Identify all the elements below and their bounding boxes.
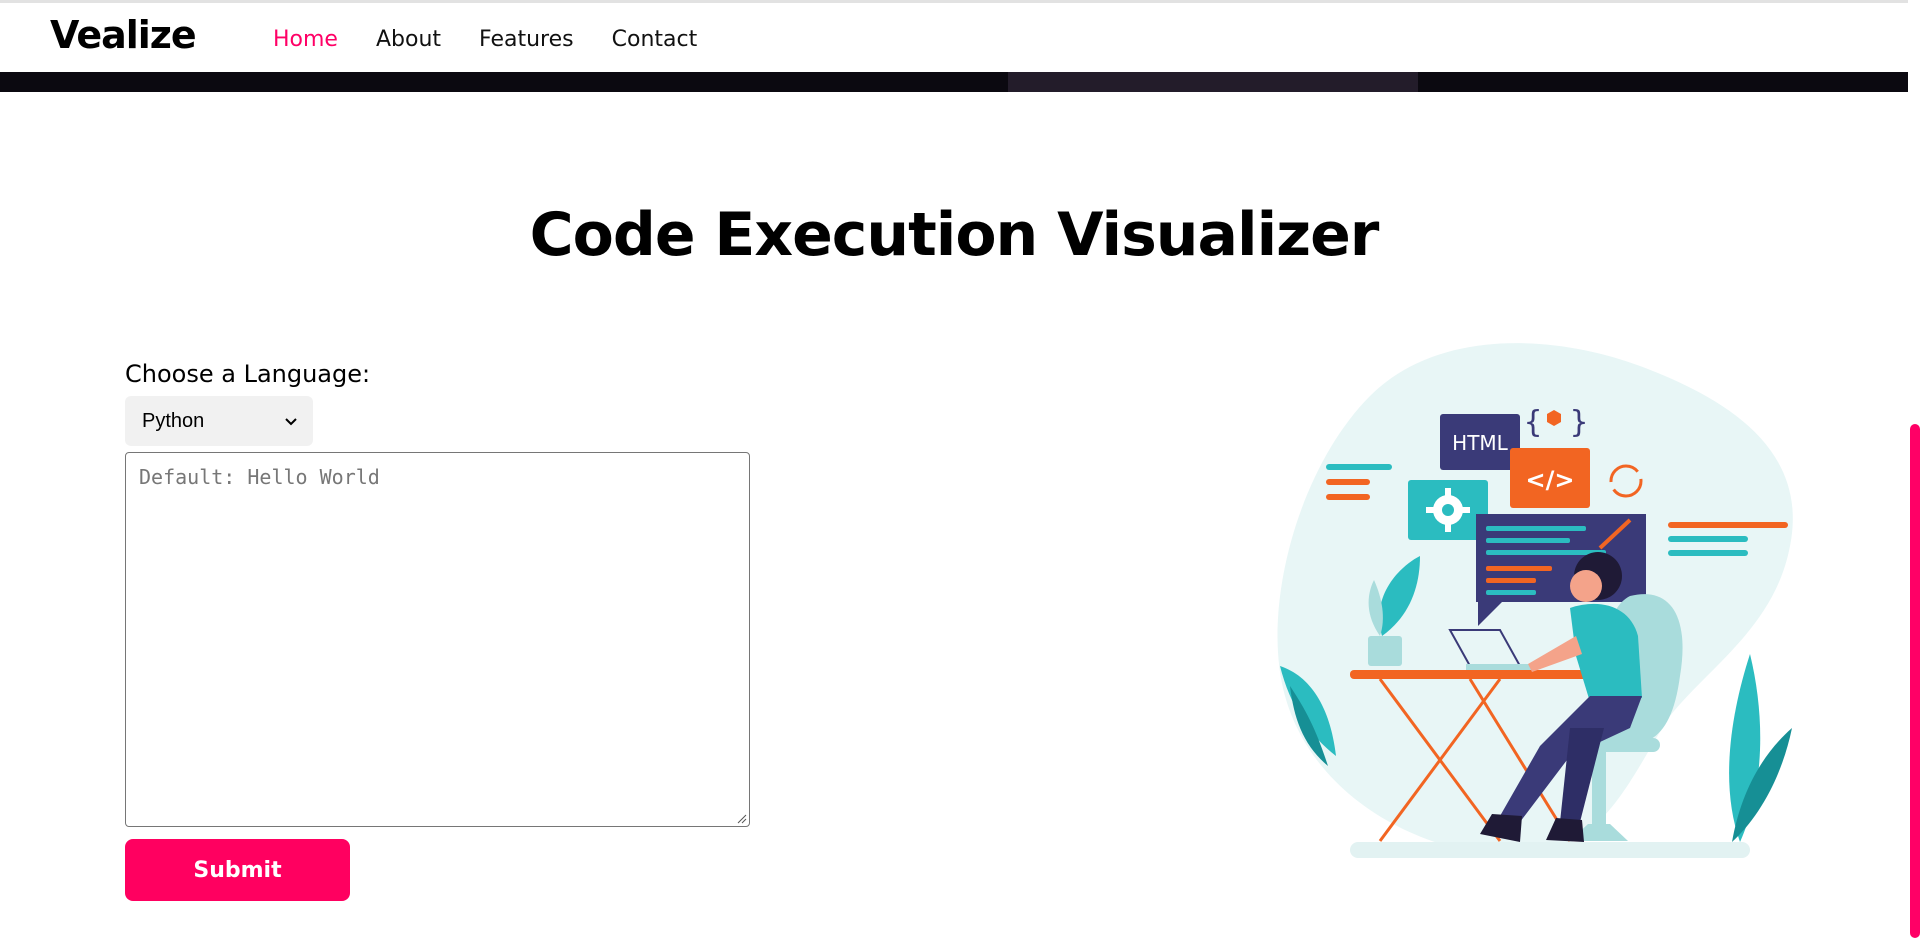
- scrollbar[interactable]: [1908, 0, 1920, 938]
- page: Vealize Home About Features Contact Code…: [0, 0, 1920, 938]
- chevron-down-icon: [285, 418, 297, 426]
- hero-background-strip: [0, 70, 1908, 92]
- language-select-value: Python: [142, 409, 205, 432]
- nav-menu: Home About Features Contact: [273, 27, 697, 52]
- page-title: Code Execution Visualizer: [529, 200, 1380, 270]
- developer-illustration: HTML { } </>: [1277, 343, 1793, 858]
- html-badge-text: HTML: [1452, 431, 1509, 455]
- hero-background-blur: [1008, 70, 1418, 92]
- code-input-placeholder: Default: Hello World: [139, 465, 380, 489]
- resize-grip-icon[interactable]: [735, 812, 747, 824]
- nav-link-contact[interactable]: Contact: [612, 27, 698, 52]
- submit-button[interactable]: Submit: [125, 839, 350, 901]
- navbar: Vealize Home About Features Contact: [0, 0, 1908, 72]
- language-label: Choose a Language:: [125, 360, 371, 388]
- brand-logo[interactable]: Vealize: [50, 13, 197, 57]
- language-select[interactable]: Python: [125, 396, 313, 446]
- scrollbar-thumb[interactable]: [1910, 424, 1920, 938]
- desk-top: [1350, 670, 1590, 679]
- braces-icon: {: [1524, 405, 1542, 440]
- plant-pot: [1368, 636, 1402, 666]
- code-badge-text: </>: [1526, 466, 1575, 494]
- floor-shadow: [1350, 842, 1750, 858]
- svg-text:}: }: [1570, 405, 1588, 440]
- nav-link-features[interactable]: Features: [479, 27, 574, 52]
- code-input[interactable]: Default: Hello World: [125, 452, 750, 827]
- nav-link-about[interactable]: About: [376, 27, 441, 52]
- nav-link-home[interactable]: Home: [273, 27, 338, 52]
